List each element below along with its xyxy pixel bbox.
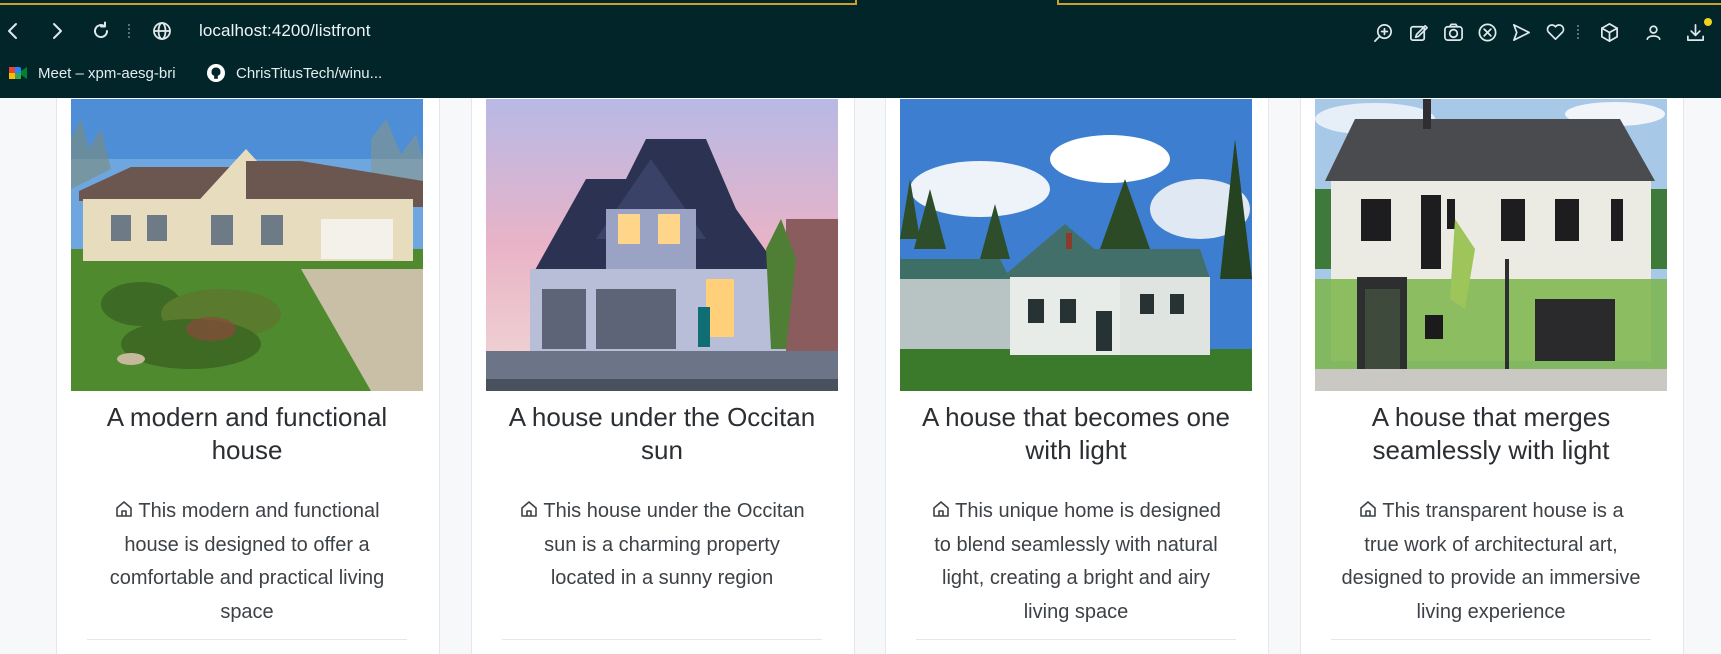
card-divider (87, 639, 407, 640)
extensions-button[interactable] (1597, 20, 1621, 44)
send-icon (1512, 23, 1530, 41)
reload-icon (94, 21, 109, 39)
house-description-text: This transparent house is a true work of… (1341, 500, 1641, 623)
reload-button[interactable] (84, 12, 118, 50)
house-card[interactable]: A house that merges seamlessly with ligh… (1300, 98, 1684, 654)
tab-strip-left (0, 0, 857, 5)
house-photo (486, 99, 838, 391)
github-icon (206, 63, 226, 83)
blocked-icon (1478, 23, 1496, 41)
browser-chrome: localhost:4200/listfront Meet – xpm-aesg… (0, 0, 1721, 98)
house-title: A house that merges seamlessly with ligh… (1371, 402, 1611, 465)
home-icon (114, 497, 134, 517)
camera-icon (1443, 23, 1463, 41)
card-divider (916, 639, 1236, 640)
house-description-text: This unique home is designed to blend se… (934, 500, 1221, 623)
send-button[interactable] (1509, 20, 1533, 44)
zoom-button[interactable] (1371, 20, 1395, 44)
house-card[interactable]: A house under the Occitan sun This house… (471, 98, 855, 654)
house-card[interactable]: A house that becomes one with light This… (885, 98, 1269, 654)
house-photo (71, 99, 423, 391)
bookmark-label: Meet – xpm-aesg-bri (38, 64, 176, 82)
extensions-cube-icon (1600, 22, 1618, 42)
browser-toolbar: localhost:4200/listfront (0, 12, 1721, 50)
listing-page: A modern and functional house This moder… (0, 98, 1721, 654)
house-title: A house that becomes one with light (922, 402, 1230, 465)
globe-icon (153, 22, 171, 40)
google-meet-icon (8, 63, 28, 83)
house-description-text: This modern and functional house is desi… (109, 500, 385, 623)
edit-button[interactable] (1406, 20, 1430, 44)
forward-button[interactable] (40, 12, 74, 50)
toolbar-separator (128, 24, 130, 38)
house-photo (1315, 99, 1667, 391)
profile-button[interactable] (1641, 20, 1665, 44)
heart-icon (1546, 23, 1564, 40)
house-description: This modern and functional house is desi… (97, 495, 397, 629)
tab-strip-right (1057, 0, 1721, 5)
house-photo (900, 99, 1252, 391)
house-title: A modern and functional house (106, 402, 388, 465)
home-icon (1358, 497, 1378, 517)
profile-icon (1645, 24, 1661, 40)
house-card[interactable]: A modern and functional house This moder… (56, 98, 440, 654)
toolbar-separator (1577, 25, 1579, 39)
bookmarks-bar: Meet – xpm-aesg-bri ChrisTitusTech/winu.… (0, 60, 1721, 90)
blocker-button[interactable] (1475, 20, 1499, 44)
edit-icon (1409, 24, 1428, 41)
card-divider (502, 639, 822, 640)
card-divider (1331, 639, 1651, 640)
house-title: A house under the Occitan sun (508, 402, 816, 465)
house-description: This house under the Occitan sun is a ch… (512, 495, 812, 596)
download-icon (1686, 23, 1704, 41)
bookmark-meet[interactable]: Meet – xpm-aesg-bri (8, 63, 176, 83)
favorites-button[interactable] (1543, 20, 1567, 44)
zoom-in-icon (1373, 23, 1392, 42)
site-info-button[interactable] (152, 21, 172, 41)
address-bar[interactable]: localhost:4200/listfront (199, 21, 371, 41)
house-description: This transparent house is a true work of… (1341, 495, 1641, 629)
download-badge (1704, 18, 1712, 26)
chevron-right-icon (53, 23, 62, 39)
screenshot-button[interactable] (1441, 20, 1465, 44)
house-description: This unique home is designed to blend se… (926, 495, 1226, 629)
bookmark-label: ChrisTitusTech/winu... (236, 64, 383, 82)
back-button[interactable] (0, 12, 30, 50)
chevron-left-icon (8, 23, 17, 39)
home-icon (931, 497, 951, 517)
home-icon (519, 497, 539, 517)
bookmark-github[interactable]: ChrisTitusTech/winu... (206, 63, 382, 83)
house-description-text: This house under the Occitan sun is a ch… (543, 500, 805, 589)
